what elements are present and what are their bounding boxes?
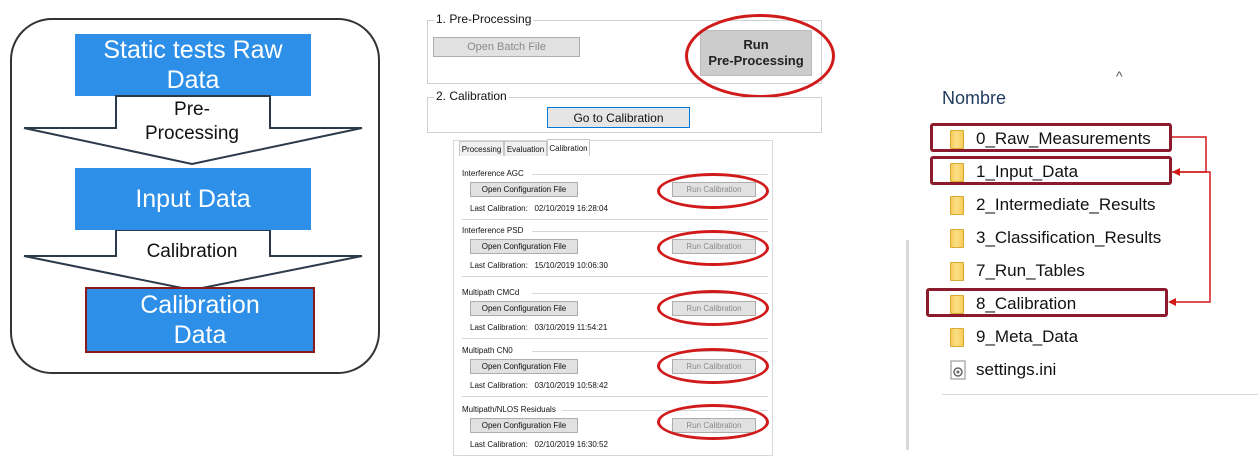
preprocessing-label-line2: Processing: [145, 123, 239, 144]
file-explorer: ^ Nombre 0_Raw_Measurements 1_Input_Data 2…: [906, 64, 1258, 456]
last-calibration-value: 03/10/2019 10:58:42: [534, 381, 608, 390]
last-calibration-text: Last Calibration: 02/10/2019 16:28:04: [470, 204, 608, 213]
tab-evaluation[interactable]: Evaluation: [504, 141, 547, 156]
section-bottom-border: [462, 276, 768, 277]
calibration-data-label-line1: Calibration: [140, 291, 260, 319]
section-bottom-border: [462, 338, 768, 339]
run-calibration-highlight: [657, 348, 769, 384]
calibration-section-title: Multipath CN0: [462, 346, 513, 355]
last-calibration-label: Last Calibration:: [470, 261, 528, 270]
run-calibration-highlight: [657, 290, 769, 326]
input-data-box: Input Data: [75, 168, 311, 230]
preprocessing-label-line1: Pre-: [174, 99, 210, 120]
open-configuration-file-button[interactable]: Open Configuration File: [470, 301, 578, 316]
calibration-data-box: Calibration Data: [85, 287, 315, 353]
run-calibration-highlight: [657, 173, 769, 209]
section-bottom-border: [462, 396, 768, 397]
calibration-section-title: Interference AGC: [462, 169, 524, 178]
calibration-section-title: Multipath/NLOS Residuals: [462, 405, 556, 414]
last-calibration-text: Last Calibration: 02/10/2019 16:30:52: [470, 440, 608, 449]
last-calibration-value: 02/10/2019 16:28:04: [534, 204, 608, 213]
calibration-arrow-label: Calibration: [146, 241, 238, 262]
run-preprocessing-highlight: [685, 14, 835, 98]
last-calibration-value: 03/10/2019 11:54:21: [534, 323, 608, 332]
open-configuration-file-button[interactable]: Open Configuration File: [470, 418, 578, 433]
open-batch-file-button[interactable]: Open Batch File: [433, 37, 580, 57]
preprocessing-label: Pre- Processing: [110, 98, 274, 146]
tab-processing[interactable]: Processing: [459, 141, 504, 156]
last-calibration-text: Last Calibration: 03/10/2019 10:58:42: [470, 381, 608, 390]
calibration-group-title: 2. Calibration: [434, 89, 509, 103]
last-calibration-text: Last Calibration: 03/10/2019 11:54:21: [470, 323, 607, 332]
last-calibration-label: Last Calibration:: [470, 381, 528, 390]
last-calibration-label: Last Calibration:: [470, 440, 528, 449]
input-data-label: Input Data: [135, 185, 251, 213]
run-calibration-highlight: [657, 230, 769, 266]
calibration-section-title: Interference PSD: [462, 226, 524, 235]
open-configuration-file-button[interactable]: Open Configuration File: [470, 182, 578, 197]
calibration-data-label-line2: Data: [173, 321, 227, 349]
last-calibration-value: 02/10/2019 16:30:52: [534, 440, 608, 449]
last-calibration-label: Last Calibration:: [470, 204, 528, 213]
preprocessing-group-title: 1. Pre-Processing: [434, 12, 534, 26]
open-configuration-file-button[interactable]: Open Configuration File: [470, 359, 578, 374]
data-flow-arrows: [1168, 136, 1211, 306]
section-bottom-border: [462, 219, 768, 220]
last-calibration-label: Last Calibration:: [470, 323, 528, 332]
tab-calibration[interactable]: Calibration: [547, 139, 590, 156]
workflow-diagram: Static tests Raw Data Pre- Processing In…: [0, 0, 400, 456]
open-configuration-file-button[interactable]: Open Configuration File: [470, 239, 578, 254]
calibration-section-title: Multipath CMCd: [462, 288, 520, 297]
go-to-calibration-button[interactable]: Go to Calibration: [547, 107, 690, 128]
last-calibration-value: 15/10/2019 10:06:30: [534, 261, 608, 270]
run-calibration-highlight: [657, 404, 769, 440]
last-calibration-text: Last Calibration: 15/10/2019 10:06:30: [470, 261, 608, 270]
